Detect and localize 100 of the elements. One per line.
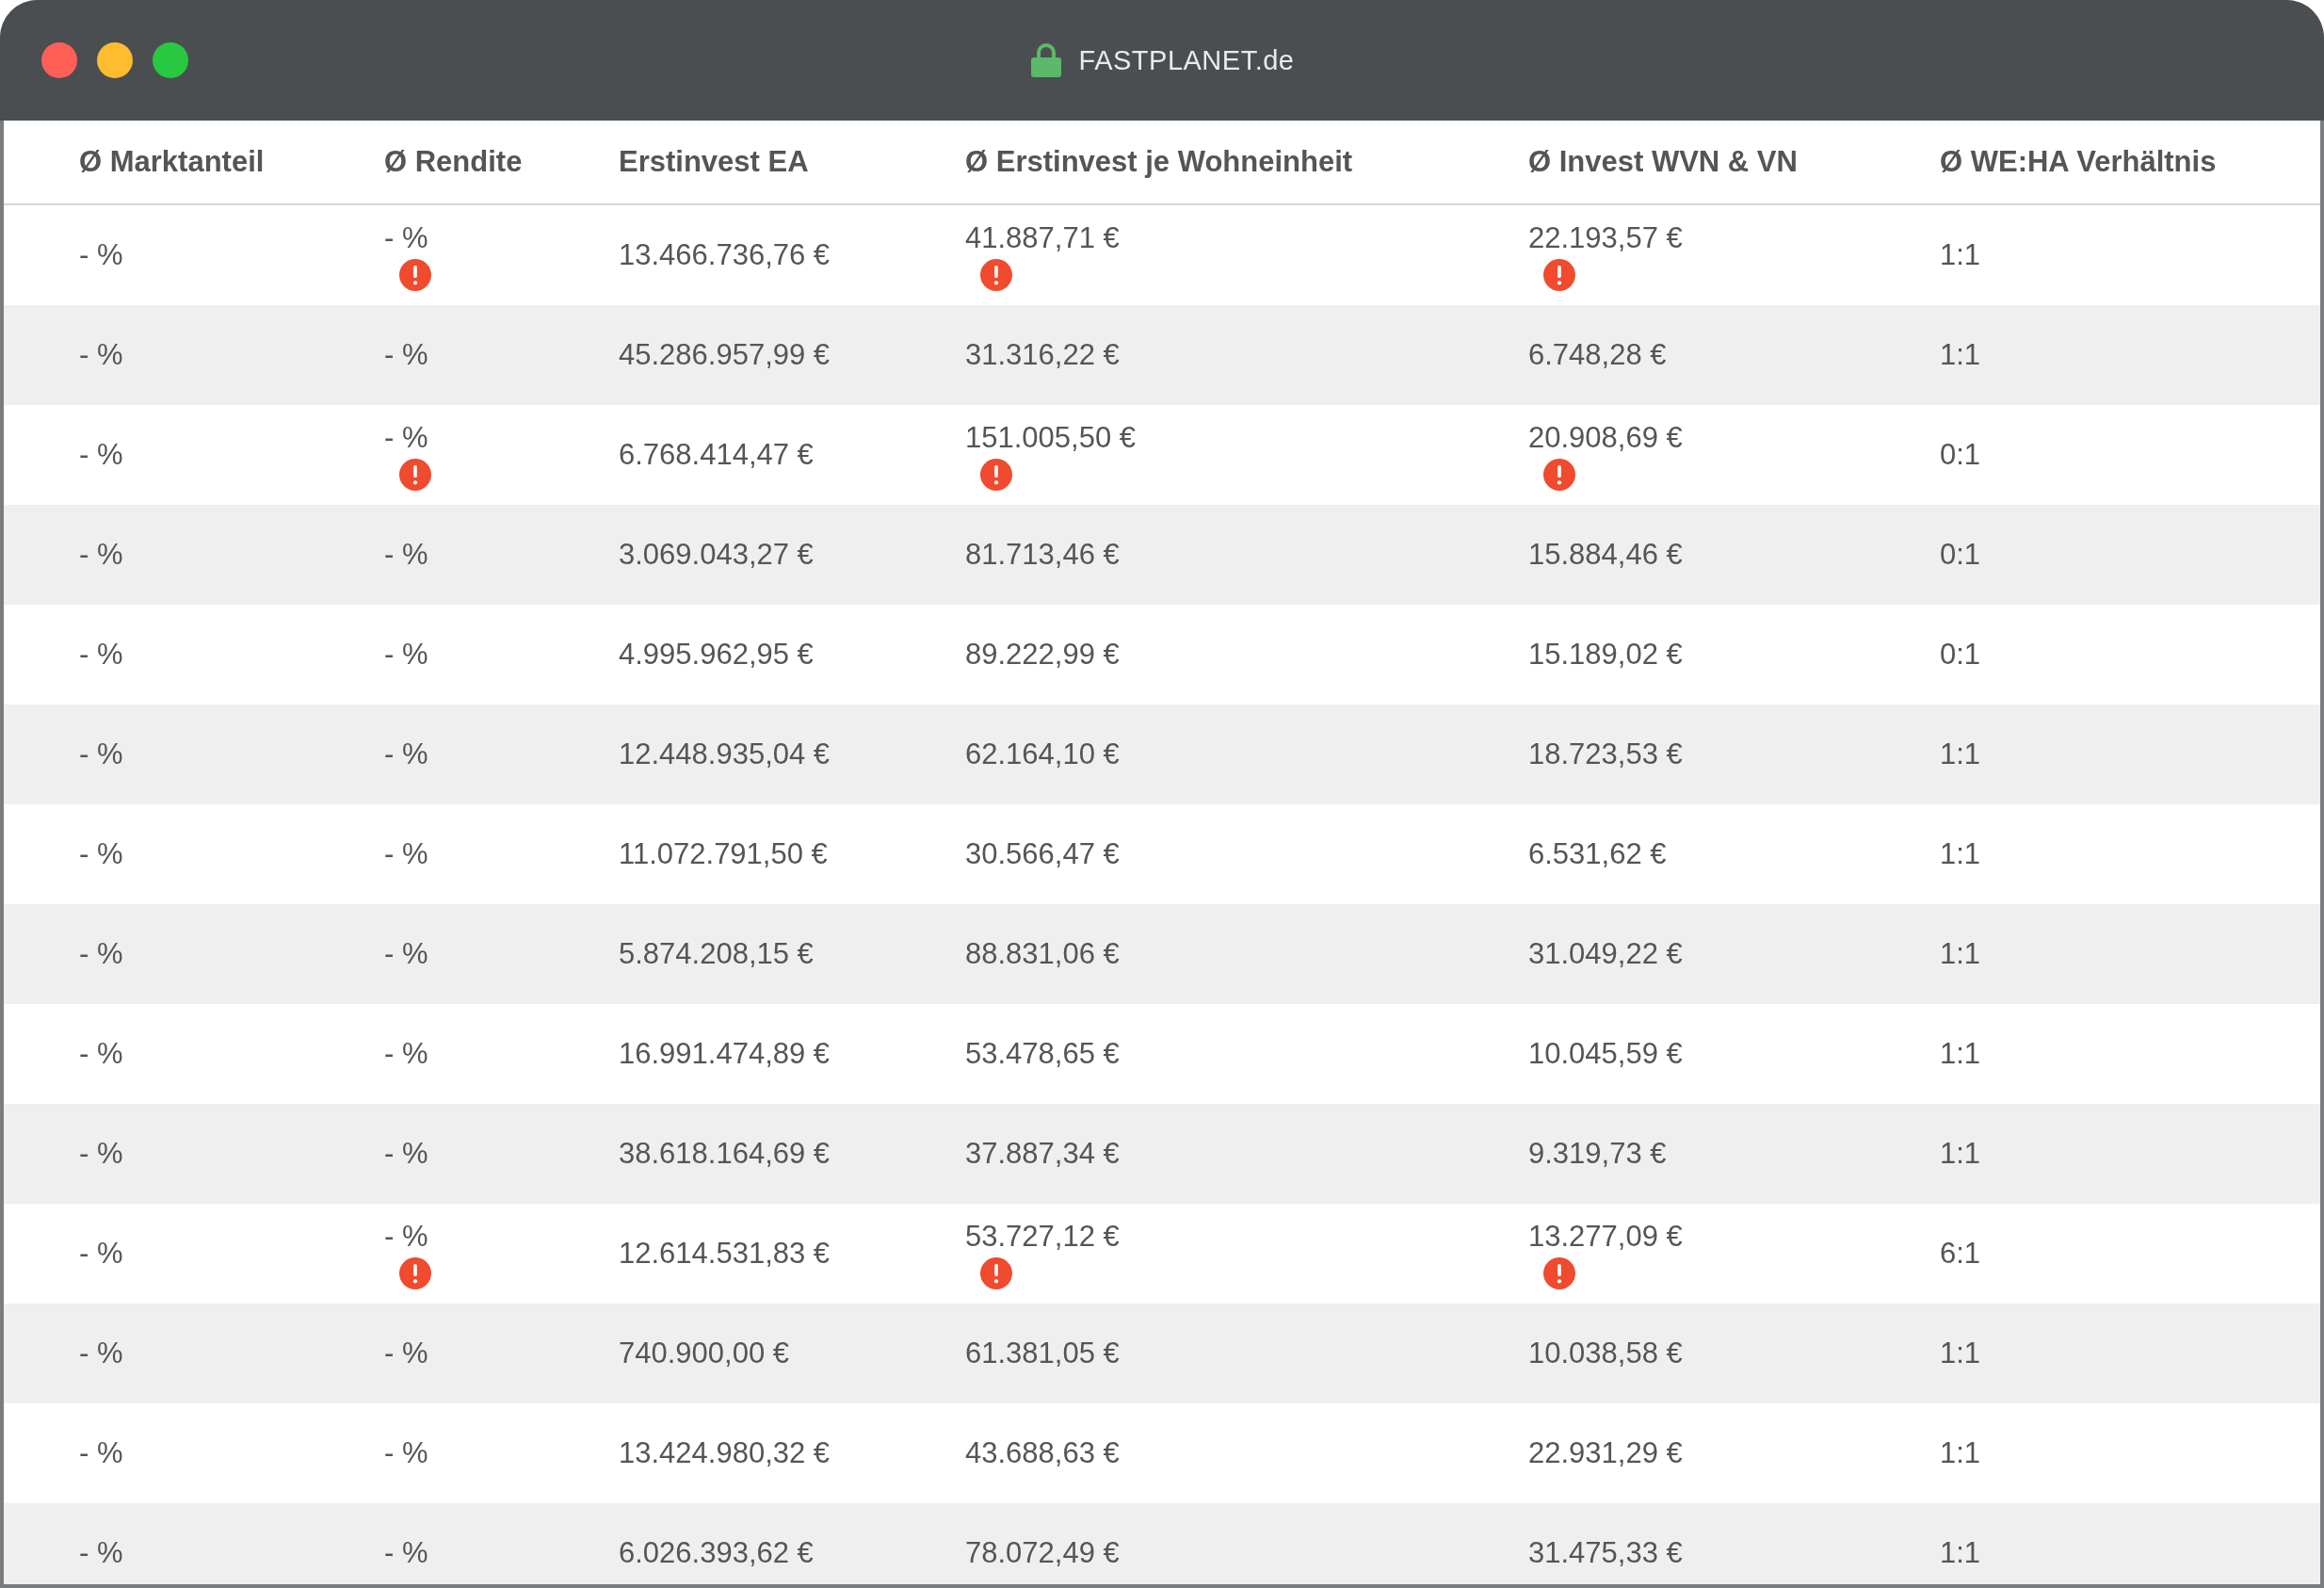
column-header[interactable]: Ø Invest WVN & VN bbox=[1528, 145, 1940, 179]
table-cell: 15.189,02 € bbox=[1528, 638, 1683, 672]
table-cell: 1:1 bbox=[1940, 1137, 1981, 1171]
table-cell: 20.908,69 € bbox=[1528, 421, 1683, 455]
table-cell: 45.286.957,99 € bbox=[619, 338, 831, 372]
table-cell: 0:1 bbox=[1940, 438, 1981, 472]
table-cell: - % bbox=[79, 1436, 123, 1470]
table-cell: 10.038,58 € bbox=[1528, 1337, 1683, 1370]
table-cell: - % bbox=[384, 338, 428, 372]
table-cell: 12.448.935,04 € bbox=[619, 737, 831, 771]
table-cell: - % bbox=[79, 538, 123, 572]
table-cell: - % bbox=[79, 1536, 123, 1570]
table-cell: 1:1 bbox=[1940, 1337, 1981, 1370]
table-cell: - % bbox=[384, 1220, 428, 1254]
column-header[interactable]: Ø WE:HA Verhältnis bbox=[1940, 145, 2320, 179]
table-cell: 3.069.043,27 € bbox=[619, 538, 814, 572]
table-cell: 81.713,46 € bbox=[965, 538, 1120, 572]
table-cell: 13.424.980,32 € bbox=[619, 1436, 831, 1470]
table-cell: - % bbox=[79, 1337, 123, 1370]
table-cell: - % bbox=[384, 538, 428, 572]
table-cell: 88.831,06 € bbox=[965, 937, 1120, 971]
table-cell: 9.319,73 € bbox=[1528, 1137, 1667, 1171]
warning-icon bbox=[980, 259, 1012, 291]
table-cell: 12.614.531,83 € bbox=[619, 1237, 831, 1271]
column-header[interactable]: Ø Rendite bbox=[384, 145, 619, 179]
table-cell: 31.475,33 € bbox=[1528, 1536, 1683, 1570]
table-cell: 53.727,12 € bbox=[965, 1220, 1120, 1254]
table-cell: 31.049,22 € bbox=[1528, 937, 1683, 971]
table-cell: 43.688,63 € bbox=[965, 1436, 1120, 1470]
column-header[interactable]: Ø Erstinvest je Wohneinheit bbox=[965, 145, 1528, 179]
table-cell: - % bbox=[384, 1536, 428, 1570]
table-cell: 11.072.791,50 € bbox=[619, 837, 828, 871]
table-cell: 89.222,99 € bbox=[965, 638, 1120, 672]
table-cell: 0:1 bbox=[1940, 538, 1981, 572]
table-cell: - % bbox=[79, 338, 123, 372]
lock-icon bbox=[1029, 43, 1062, 77]
table-cell: 62.164,10 € bbox=[965, 737, 1120, 771]
warning-icon bbox=[399, 259, 431, 291]
table-cell: 1:1 bbox=[1940, 338, 1981, 372]
table-cell: - % bbox=[79, 937, 123, 971]
table-cell: 5.874.208,15 € bbox=[619, 937, 814, 971]
table-cell: 6.748,28 € bbox=[1528, 338, 1667, 372]
table-cell: 4.995.962,95 € bbox=[619, 638, 814, 672]
warning-icon bbox=[980, 459, 1012, 491]
table-cell: 61.381,05 € bbox=[965, 1337, 1120, 1370]
warning-icon bbox=[399, 1257, 431, 1289]
table-cell: - % bbox=[384, 421, 428, 455]
table-cell: - % bbox=[79, 238, 123, 272]
table-cell: - % bbox=[384, 1436, 428, 1470]
table-cell: 1:1 bbox=[1940, 937, 1981, 971]
table-cell: 1:1 bbox=[1940, 238, 1981, 272]
close-button[interactable] bbox=[41, 42, 77, 78]
table-cell: 1:1 bbox=[1940, 1436, 1981, 1470]
table-cell: 1:1 bbox=[1940, 737, 1981, 771]
table-cell: 41.887,71 € bbox=[965, 221, 1120, 255]
maximize-button[interactable] bbox=[153, 42, 188, 78]
table-cell: - % bbox=[384, 1137, 428, 1171]
table-cell: 31.316,22 € bbox=[965, 338, 1120, 372]
table-cell: 37.887,34 € bbox=[965, 1137, 1120, 1171]
table-cell: - % bbox=[79, 438, 123, 472]
table-cell: - % bbox=[384, 221, 428, 255]
table-cell: 16.991.474,89 € bbox=[619, 1037, 831, 1071]
table-cell: 22.931,29 € bbox=[1528, 1436, 1683, 1470]
table-cell: 6.531,62 € bbox=[1528, 837, 1667, 871]
table-cell: 6.768.414,47 € bbox=[619, 438, 814, 472]
table-cell: - % bbox=[384, 1037, 428, 1071]
table-cell: - % bbox=[79, 1137, 123, 1171]
table-cell: - % bbox=[384, 937, 428, 971]
minimize-button[interactable] bbox=[97, 42, 133, 78]
table-cell: 1:1 bbox=[1940, 1536, 1981, 1570]
table-cell: 15.884,46 € bbox=[1528, 538, 1683, 572]
table-cell: 13.277,09 € bbox=[1528, 1220, 1683, 1254]
table-cell: 1:1 bbox=[1940, 1037, 1981, 1071]
table-cell: 78.072,49 € bbox=[965, 1536, 1120, 1570]
table-cell: 151.005,50 € bbox=[965, 421, 1136, 455]
table-cell: 6.026.393,62 € bbox=[619, 1536, 814, 1570]
table-cell: 0:1 bbox=[1940, 638, 1981, 672]
table-cell: - % bbox=[79, 1037, 123, 1071]
column-header[interactable]: Ø Marktanteil bbox=[79, 145, 384, 179]
warning-icon bbox=[1543, 1257, 1575, 1289]
warning-icon bbox=[399, 459, 431, 491]
table-cell: 30.566,47 € bbox=[965, 837, 1120, 871]
table-cell: - % bbox=[79, 638, 123, 672]
warning-icon bbox=[1543, 459, 1575, 491]
window-title: FASTPLANET.de bbox=[1078, 44, 1295, 76]
table-cell: - % bbox=[79, 837, 123, 871]
warning-icon bbox=[1543, 259, 1575, 291]
table-cell: 6:1 bbox=[1940, 1237, 1981, 1271]
table-cell: - % bbox=[384, 638, 428, 672]
table-cell: - % bbox=[384, 737, 428, 771]
column-header[interactable]: Erstinvest EA bbox=[619, 145, 965, 179]
table-cell: 38.618.164,69 € bbox=[619, 1137, 831, 1171]
warning-icon bbox=[980, 1257, 1012, 1289]
table-cell: 1:1 bbox=[1940, 837, 1981, 871]
table-cell: 740.900,00 € bbox=[619, 1337, 789, 1370]
table-cell: 13.466.736,76 € bbox=[619, 238, 831, 272]
table-cell: 22.193,57 € bbox=[1528, 221, 1683, 255]
table-cell: - % bbox=[384, 1337, 428, 1370]
table-cell: - % bbox=[79, 737, 123, 771]
table-cell: - % bbox=[79, 1237, 123, 1271]
